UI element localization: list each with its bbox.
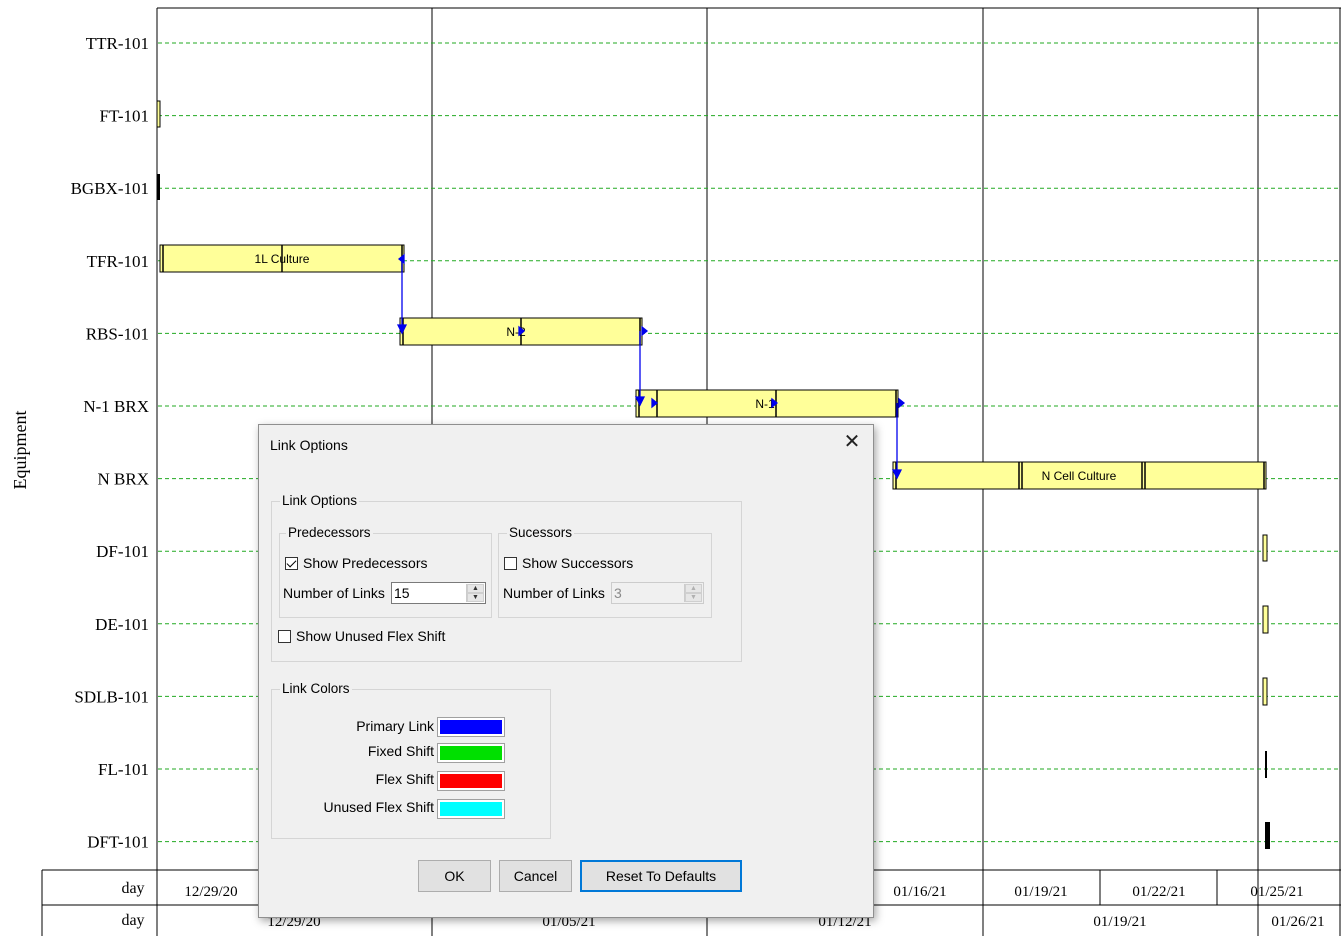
- row-label: RBS-101: [86, 324, 149, 343]
- y-axis-label: Equipment: [10, 411, 30, 490]
- show-successors-label: Show Successors: [522, 555, 634, 571]
- show-successors-checkbox[interactable]: Show Successors: [504, 555, 633, 571]
- cancel-button[interactable]: Cancel: [499, 860, 572, 892]
- task-label: N Cell Culture: [1042, 469, 1117, 483]
- tick-label: 01/19/21: [1014, 884, 1067, 900]
- task-bar[interactable]: [156, 100, 161, 128]
- checkbox-unchecked-icon[interactable]: [504, 556, 517, 570]
- unused-flex-shift-color-button[interactable]: [437, 799, 505, 819]
- fixed-shift-color-button[interactable]: [437, 743, 505, 763]
- task-bar[interactable]: [157, 174, 160, 200]
- checkbox-checked-icon[interactable]: [285, 556, 298, 570]
- spin-up-icon[interactable]: ▲: [467, 584, 484, 593]
- show-unused-flex-label: Show Unused Flex Shift: [296, 628, 446, 644]
- predecessors-group-title: Predecessors: [286, 525, 373, 540]
- task-bar[interactable]: [1262, 605, 1269, 634]
- color-swatch: [440, 774, 502, 788]
- link-colors-group-title: Link Colors: [280, 681, 352, 696]
- primary-link-color-button[interactable]: [437, 717, 505, 737]
- pred-num-links-value[interactable]: 15: [394, 585, 410, 601]
- row-label: TTR-101: [86, 34, 149, 53]
- color-swatch: [440, 720, 502, 734]
- reset-defaults-button[interactable]: Reset To Defaults: [580, 860, 742, 892]
- row-label: N-1 BRX: [83, 397, 149, 416]
- link-options-dialog: Link Options ✕ Link Options Predecessors…: [258, 424, 874, 918]
- tick-label: 01/22/21: [1132, 884, 1185, 900]
- tick-label: 01/16/21: [893, 884, 946, 900]
- close-icon[interactable]: ✕: [841, 431, 863, 453]
- show-unused-flex-checkbox[interactable]: Show Unused Flex Shift: [278, 628, 445, 644]
- succ-num-links-label: Number of Links: [503, 585, 605, 601]
- row-label: DE-101: [95, 615, 149, 634]
- row-label: DF-101: [96, 542, 149, 561]
- link-options-group-title: Link Options: [280, 493, 360, 508]
- row-label: FT-101: [100, 107, 149, 126]
- tick-label: 01/19/21: [1093, 914, 1146, 930]
- row-label: TFR-101: [87, 252, 149, 271]
- tick-label: 12/29/20: [184, 884, 237, 900]
- checkbox-unchecked-icon[interactable]: [278, 629, 291, 643]
- fixed-shift-label: Fixed Shift: [367, 743, 434, 759]
- link-options-group: Link Options Predecessors Show Predecess…: [271, 493, 742, 662]
- task-bar[interactable]: [1262, 534, 1268, 562]
- task-bar[interactable]: [1262, 677, 1268, 706]
- show-predecessors-checkbox[interactable]: Show Predecessors: [285, 555, 428, 571]
- row-label: FL-101: [98, 760, 149, 779]
- task-bar[interactable]: [1265, 822, 1270, 849]
- timeline-unit-2: day: [121, 912, 144, 929]
- task-label: 1L Culture: [255, 252, 310, 266]
- timeline-unit-1: day: [121, 880, 144, 897]
- succ-num-links-value[interactable]: 3: [614, 585, 622, 601]
- color-swatch: [440, 746, 502, 760]
- predecessors-group: Predecessors Show Predecessors Number of…: [279, 525, 492, 618]
- ok-button[interactable]: OK: [418, 860, 491, 892]
- row-labels: TTR-101 FT-101 BGBX-101 TFR-101 RBS-101 N-1 B…: [71, 34, 149, 852]
- successors-group: Sucessors Show Successors Number of Link…: [498, 525, 712, 618]
- tick-label: 01/26/21: [1271, 914, 1324, 930]
- task-bar[interactable]: [1265, 751, 1267, 778]
- flex-shift-color-button[interactable]: [437, 771, 505, 791]
- spin-down-icon[interactable]: ▼: [467, 593, 484, 602]
- spin-up-icon[interactable]: ▲: [685, 584, 702, 593]
- successors-group-title: Sucessors: [507, 525, 575, 540]
- dialog-title: Link Options: [270, 437, 348, 453]
- row-label: DFT-101: [87, 833, 149, 852]
- pred-num-links-label: Number of Links: [283, 585, 385, 601]
- flex-shift-label: Flex Shift: [375, 771, 434, 787]
- spin-down-icon[interactable]: ▼: [685, 593, 702, 602]
- pred-num-links-spinner[interactable]: 15 ▲ ▼: [391, 582, 486, 604]
- row-label: SDLB-101: [74, 687, 149, 706]
- link-colors-group: Link Colors Primary Link Fixed Shift Fle…: [271, 681, 551, 839]
- spinner-buttons: ▲ ▼: [466, 584, 484, 602]
- spinner-buttons: ▲ ▼: [684, 584, 702, 602]
- tick-label: 01/25/21: [1250, 884, 1303, 900]
- show-predecessors-label: Show Predecessors: [303, 555, 428, 571]
- succ-num-links-spinner[interactable]: 3 ▲ ▼: [611, 582, 704, 604]
- primary-link-label: Primary Link: [356, 718, 434, 734]
- row-label: N BRX: [98, 470, 149, 489]
- unused-flex-shift-label: Unused Flex Shift: [323, 799, 435, 815]
- color-swatch: [440, 802, 502, 816]
- row-label: BGBX-101: [71, 179, 149, 198]
